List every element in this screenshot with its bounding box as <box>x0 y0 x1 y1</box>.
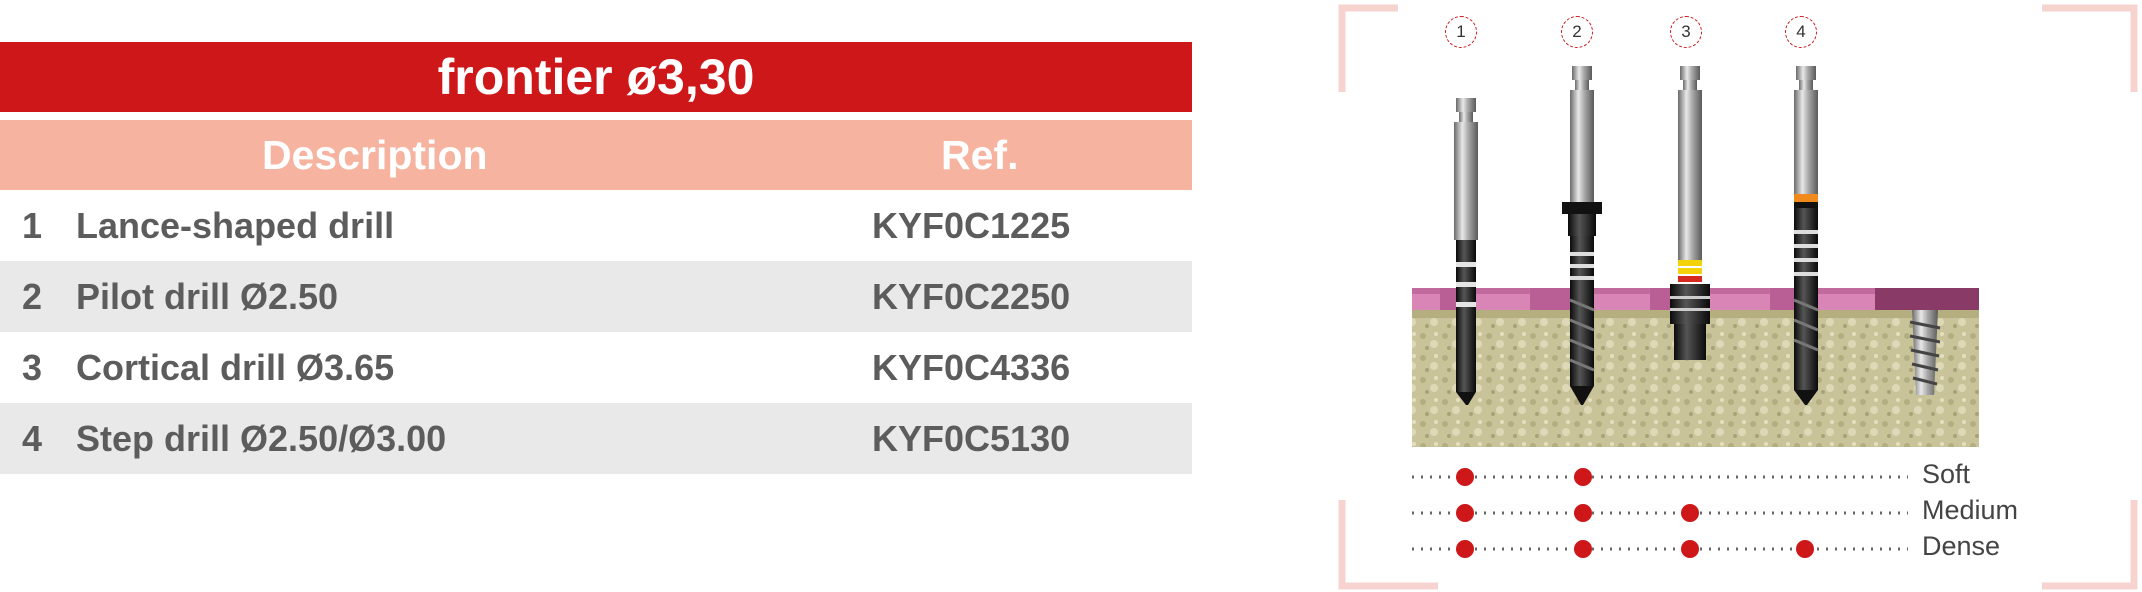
row-description: Pilot drill Ø2.50 <box>76 276 339 317</box>
density-label-soft: Soft <box>1922 459 1971 489</box>
row-ref: KYF0C2250 <box>872 276 1071 317</box>
row-description: Cortical drill Ø3.65 <box>76 347 395 388</box>
density-scale <box>1412 468 1908 558</box>
table-title: frontier ø3,30 <box>0 42 1192 112</box>
table-row: 2 Pilot drill Ø2.50 KYF0C2250 <box>0 261 1192 332</box>
header-ref: Ref. <box>941 132 1019 178</box>
table-row: 3 Cortical drill Ø3.65 KYF0C4336 <box>0 332 1192 403</box>
drill-table: frontier ø3,30 Description Ref. 1 Lance-… <box>0 42 1192 474</box>
cortical-drill <box>1670 66 1710 360</box>
table-header: Description Ref. <box>0 120 1192 190</box>
table-row: 1 Lance-shaped drill KYF0C1225 <box>0 190 1192 261</box>
header-description: Description <box>262 132 488 178</box>
density-label-medium: Medium <box>1922 495 2019 525</box>
row-number: 2 <box>22 276 43 317</box>
row-number: 4 <box>22 418 43 459</box>
row-number: 1 <box>22 205 43 246</box>
lance-drill <box>1454 98 1478 405</box>
step-drill <box>1793 66 1819 405</box>
row-ref: KYF0C4336 <box>872 347 1071 388</box>
row-ref: KYF0C1225 <box>872 205 1071 246</box>
row-number: 3 <box>22 347 43 388</box>
table-row: 4 Step drill Ø2.50/Ø3.00 KYF0C5130 <box>0 403 1192 474</box>
row-ref: KYF0C5130 <box>872 418 1071 459</box>
drill-sequence-figure: 1 2 3 4 Soft Medium Dense <box>1330 0 2142 592</box>
drill-illustration <box>1412 66 1979 558</box>
density-label-dense: Dense <box>1922 531 2001 561</box>
row-description: Lance-shaped drill <box>76 205 395 246</box>
row-description: Step drill Ø2.50/Ø3.00 <box>76 418 447 459</box>
